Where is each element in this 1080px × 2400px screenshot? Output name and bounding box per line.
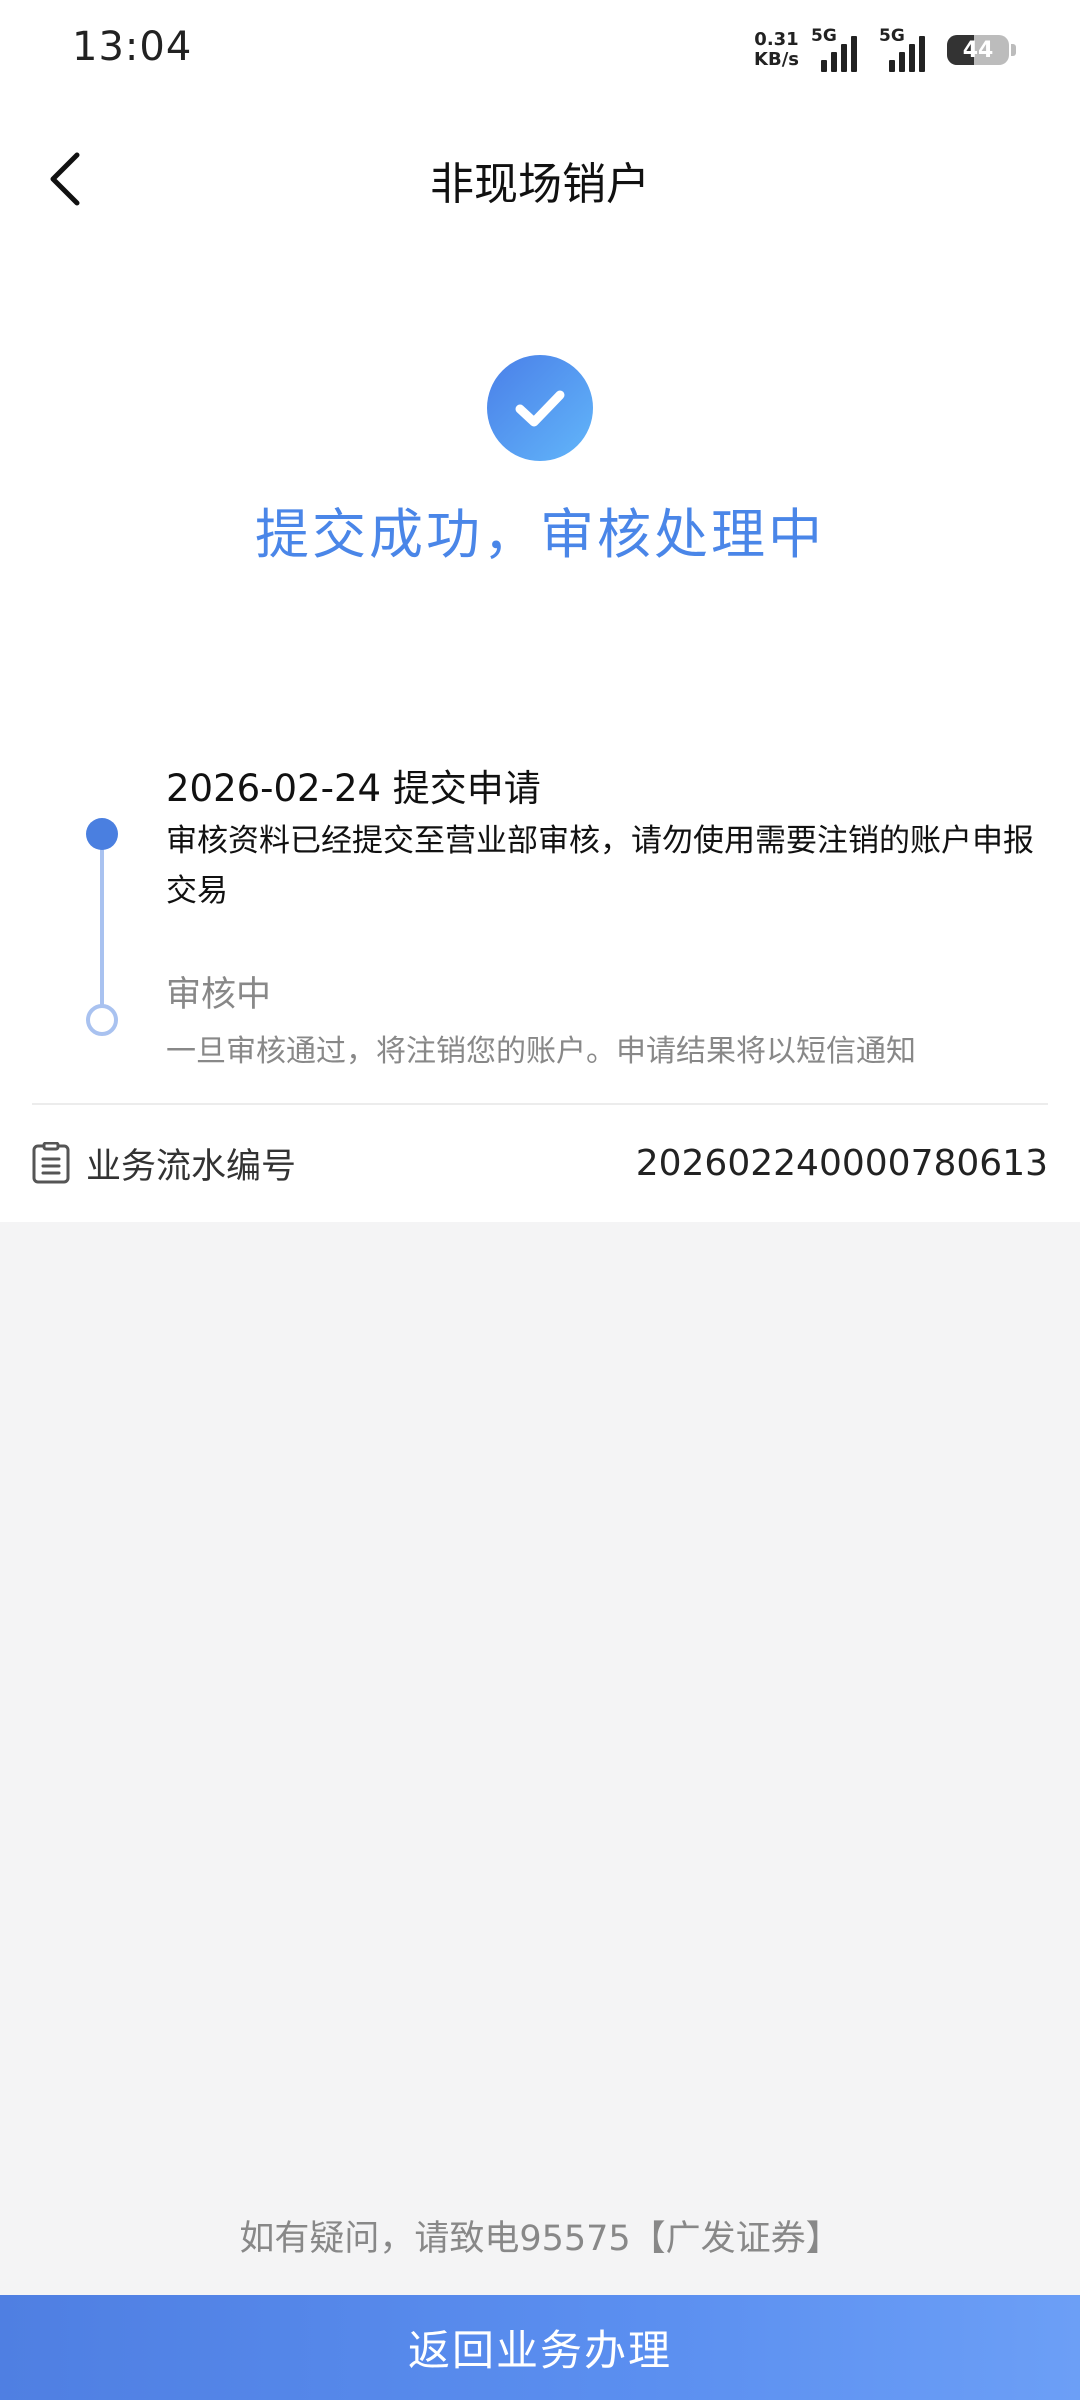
network-speed-unit: KB/s — [754, 49, 799, 70]
status-icons: 0.31 KB/s 5G 5G 44 — [754, 26, 1016, 74]
document-icon — [32, 1142, 70, 1184]
step-description: 一旦审核通过，将注销您的账户。申请结果将以短信通知 — [166, 1034, 916, 1069]
divider — [32, 1103, 1048, 1105]
timeline-dot-done — [86, 818, 118, 850]
serial-number-value: 202602240000780613 — [635, 1142, 1048, 1184]
signal-label: 5G — [879, 26, 905, 46]
return-business-button[interactable]: 返回业务办理 — [0, 2295, 1080, 2400]
status-bar: 13:04 0.31 KB/s 5G 5G 44 — [0, 0, 1080, 100]
check-circle-icon — [487, 355, 593, 461]
serial-number-label: 业务流水编号 — [86, 1146, 297, 1187]
status-time: 13:04 — [72, 24, 193, 70]
signal-icon: 5G — [811, 28, 867, 72]
network-speed: 0.31 KB/s — [754, 30, 799, 70]
network-speed-value: 0.31 — [754, 29, 799, 50]
step-description: 审核资料已经提交至营业部审核，请勿使用需要注销的账户申报交易 — [166, 823, 1034, 909]
hotline-text: 如有疑问，请致电95575【广发证券】 — [239, 2219, 841, 2259]
result-title: 提交成功，审核处理中 — [255, 503, 825, 566]
signal-label: 5G — [811, 26, 837, 46]
signal-icon: 5G — [879, 28, 935, 72]
battery-level: 44 — [962, 37, 994, 63]
battery-icon: 44 — [947, 35, 1009, 65]
serial-number-row: 业务流水编号 202602240000780613 — [32, 1130, 1048, 1196]
step-title: 审核中 — [166, 975, 272, 1015]
page-title: 非现场销户 — [430, 159, 650, 210]
battery-tip — [1011, 44, 1016, 56]
timeline-dot-pending — [86, 1004, 118, 1036]
step-title: 2026-02-24 提交申请 — [166, 767, 541, 810]
timeline-connector — [100, 836, 104, 1016]
nav-bar: 非现场销户 — [0, 130, 1080, 226]
